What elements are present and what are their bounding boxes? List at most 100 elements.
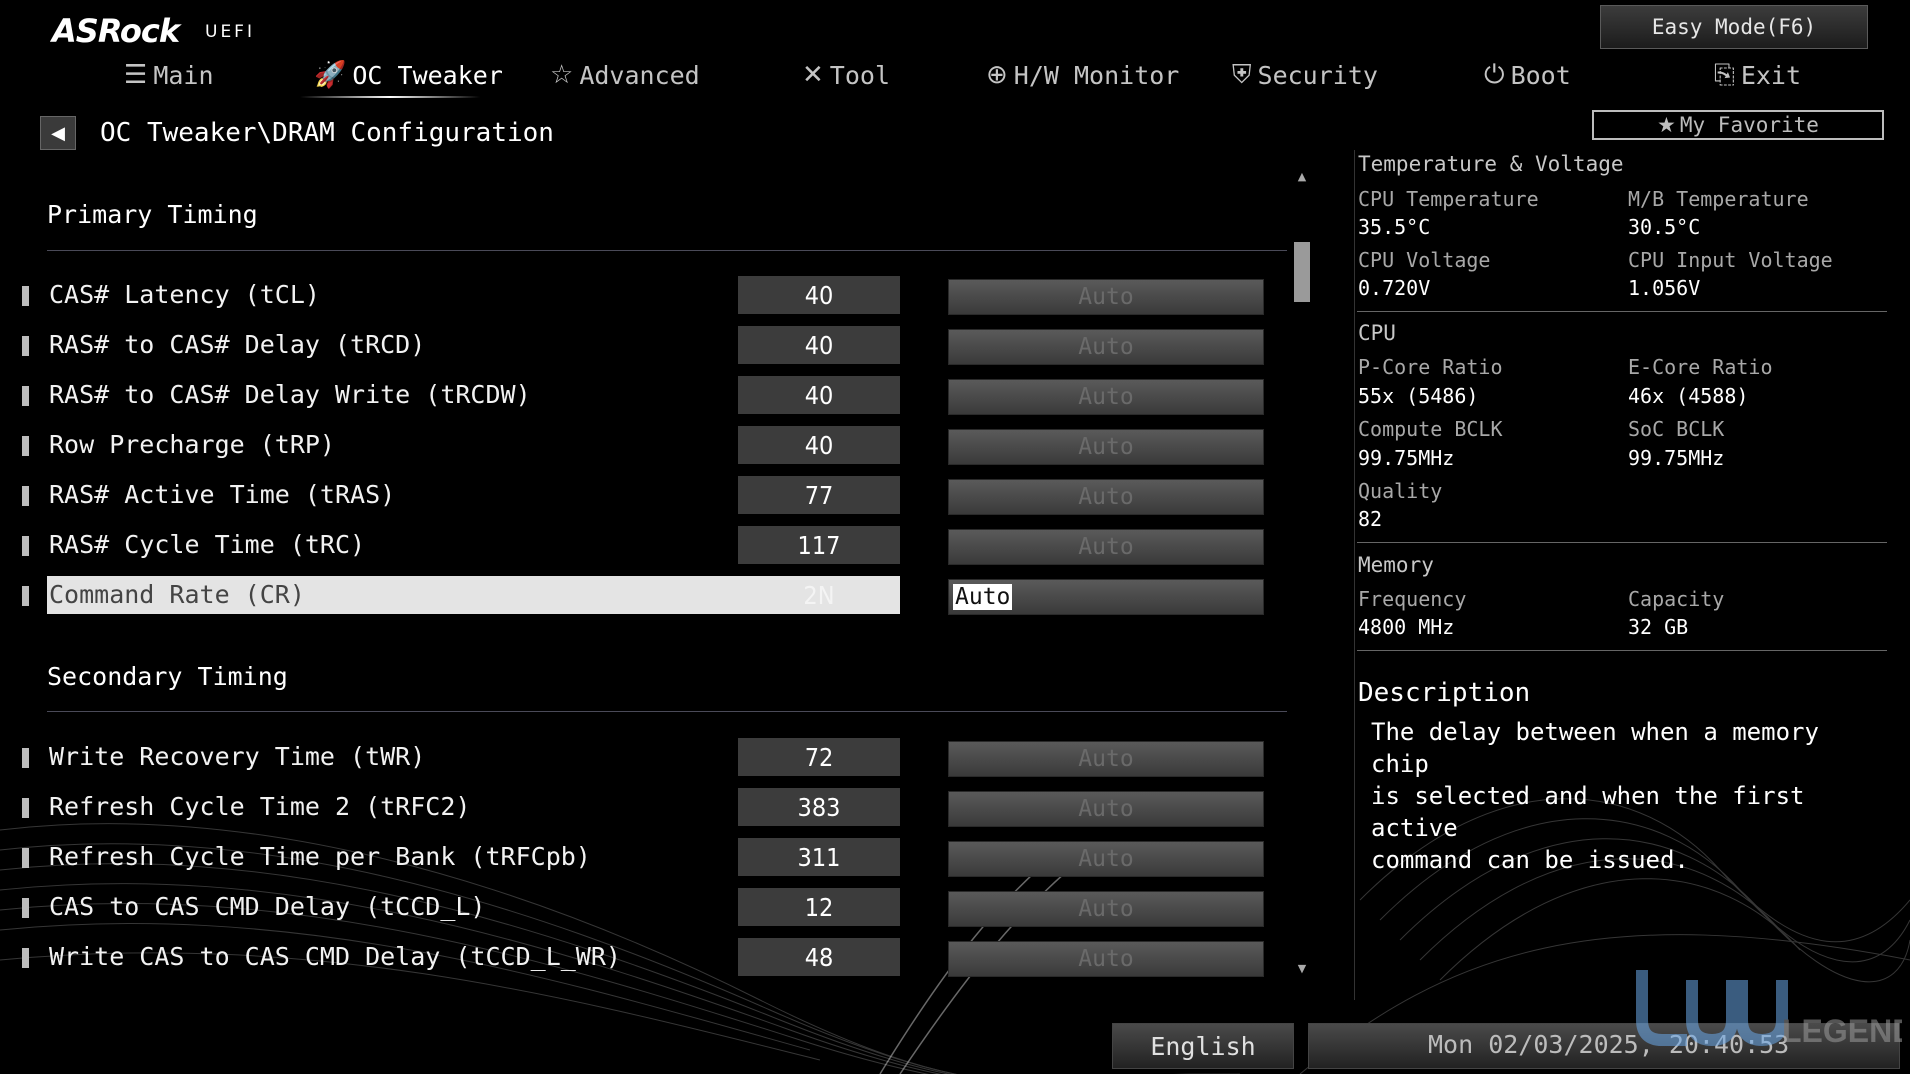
crosshair-icon: ⊕ — [986, 60, 1008, 90]
setting-label: CAS# Latency (tCL) — [49, 280, 320, 309]
setting-label: Refresh Cycle Time per Bank (tRFCpb) — [49, 842, 591, 871]
setting-option-dropdown[interactable]: Auto — [948, 891, 1264, 927]
row-bullet — [22, 586, 29, 606]
setting-label: Refresh Cycle Time 2 (tRFC2) — [49, 792, 471, 821]
tab-security[interactable]: ⛨ Security — [1232, 56, 1378, 94]
tab-exit[interactable]: ⎘ Exit — [1714, 56, 1801, 94]
pcore-ratio-label: P-Core Ratio — [1358, 355, 1503, 379]
setting-row-trfc2[interactable]: Refresh Cycle Time 2 (tRFC2) 383 Auto — [20, 788, 1265, 828]
tab-oc-tweaker-label: OC Tweaker — [352, 60, 503, 90]
setting-row-trcd[interactable]: RAS# to CAS# Delay (tRCD) 40 Auto — [20, 326, 1265, 366]
cpu-input-voltage-value: 1.056V — [1628, 276, 1701, 300]
row-bullet — [22, 336, 29, 356]
setting-label: RAS# Active Time (tRAS) — [49, 480, 396, 509]
cpu-temp-label: CPU Temperature — [1358, 187, 1539, 211]
panel-divider — [1357, 650, 1887, 651]
row-bullet — [22, 898, 29, 918]
setting-label: Write Recovery Time (tWR) — [49, 742, 426, 771]
watermark-text: LEGEND — [1782, 1013, 1902, 1049]
tab-exit-label: Exit — [1740, 60, 1802, 90]
current-value: 311 — [738, 838, 900, 876]
setting-label: RAS# Cycle Time (tRC) — [49, 530, 366, 559]
tab-hw-monitor[interactable]: ⊕ H/W Monitor — [986, 56, 1179, 94]
setting-label: Command Rate (CR) — [49, 580, 305, 609]
tab-advanced[interactable]: ☆ Advanced — [550, 56, 700, 94]
breadcrumb: OC Tweaker\DRAM Configuration — [100, 118, 554, 148]
scrollbar-thumb[interactable] — [1294, 242, 1310, 302]
setting-option-dropdown[interactable]: Auto — [948, 529, 1264, 565]
current-value: 77 — [738, 476, 900, 514]
current-value: 117 — [738, 526, 900, 564]
quality-value: 82 — [1358, 507, 1383, 531]
power-icon: ⏻ — [1484, 59, 1505, 90]
cpu-voltage-label: CPU Voltage — [1358, 248, 1491, 272]
setting-label: Row Precharge (tRP) — [49, 430, 335, 459]
setting-label: RAS# to CAS# Delay (tRCD) — [49, 330, 426, 359]
tab-main[interactable]: ☰ Main — [124, 56, 214, 94]
cpu-temp-value: 35.5°C — [1358, 215, 1431, 239]
row-bullet — [22, 848, 29, 868]
temp-voltage-title: Temperature & Voltage — [1358, 152, 1624, 176]
setting-row-trfcpb[interactable]: Refresh Cycle Time per Bank (tRFCpb) 311… — [20, 838, 1265, 878]
current-value: 72 — [738, 738, 900, 776]
quality-label: Quality — [1358, 479, 1443, 503]
current-value: 2N — [803, 580, 835, 610]
panel-divider — [1357, 311, 1887, 312]
tab-hw-monitor-label: H/W Monitor — [1013, 60, 1180, 90]
setting-row-trp[interactable]: Row Precharge (tRP) 40 Auto — [20, 426, 1265, 466]
setting-row-tcl[interactable]: CAS# Latency (tCL) 40 Auto — [20, 276, 1265, 316]
tab-advanced-label: Advanced — [579, 60, 700, 90]
language-button[interactable]: English — [1112, 1023, 1294, 1069]
row-bullet — [22, 386, 29, 406]
soc-bclk-label: SoC BCLK — [1628, 417, 1725, 441]
mb-temp-value: 30.5°C — [1628, 215, 1701, 239]
setting-option-dropdown[interactable]: Auto — [948, 329, 1264, 365]
current-value: 40 — [738, 276, 900, 314]
tab-boot[interactable]: ⏻ Boot — [1484, 56, 1571, 94]
setting-row-trcdw[interactable]: RAS# to CAS# Delay Write (tRCDW) 40 Auto — [20, 376, 1265, 416]
tab-tool-label: Tool — [829, 60, 891, 90]
ecore-ratio-value: 46x (4588) — [1628, 384, 1749, 408]
scroll-up-arrow-icon[interactable]: ▲ — [1294, 170, 1310, 186]
memory-frequency-value: 4800 MHz — [1358, 615, 1455, 639]
tab-security-label: Security — [1257, 60, 1378, 90]
secondary-timing-title: Secondary Timing — [47, 662, 288, 691]
setting-option-dropdown[interactable]: Auto — [948, 379, 1264, 415]
setting-option-dropdown[interactable]: Auto — [948, 941, 1264, 977]
back-arrow-icon: ◀ — [51, 122, 65, 144]
setting-option-dropdown[interactable]: Auto — [948, 479, 1264, 515]
setting-row-trc[interactable]: RAS# Cycle Time (tRC) 117 Auto — [20, 526, 1265, 566]
setting-option-dropdown[interactable]: Auto — [948, 791, 1264, 827]
setting-row-tras[interactable]: RAS# Active Time (tRAS) 77 Auto — [20, 476, 1265, 516]
setting-option-dropdown[interactable]: Auto — [948, 279, 1264, 315]
memory-frequency-label: Frequency — [1358, 587, 1467, 611]
setting-option-dropdown[interactable]: Auto — [948, 429, 1264, 465]
scroll-down-arrow-icon[interactable]: ▼ — [1294, 962, 1310, 978]
tab-tool[interactable]: ✕ Tool — [802, 56, 890, 94]
current-value: 48 — [738, 938, 900, 976]
row-bullet — [22, 286, 29, 306]
section-divider — [47, 250, 1287, 251]
compute-bclk-label: Compute BCLK — [1358, 417, 1503, 441]
tools-icon: ✕ — [802, 60, 824, 90]
pcore-ratio-value: 55x (5486) — [1358, 384, 1479, 408]
exit-door-icon: ⎘ — [1714, 59, 1735, 90]
my-favorite-button[interactable]: ★ My Favorite — [1592, 110, 1884, 140]
setting-option-dropdown[interactable]: Auto — [948, 579, 1264, 615]
setting-row-twr[interactable]: Write Recovery Time (tWR) 72 Auto — [20, 738, 1265, 778]
setting-option-dropdown[interactable]: Auto — [948, 741, 1264, 777]
easy-mode-button[interactable]: Easy Mode(F6) — [1600, 5, 1868, 49]
current-value: 40 — [738, 426, 900, 464]
soc-bclk-value: 99.75MHz — [1628, 446, 1725, 470]
tab-oc-tweaker[interactable]: 🚀 OC Tweaker — [314, 56, 503, 94]
setting-row-tccd-l-wr[interactable]: Write CAS to CAS CMD Delay (tCCD_L_WR) 4… — [20, 938, 1265, 978]
setting-option-dropdown[interactable]: Auto — [948, 841, 1264, 877]
setting-row-tccd-l[interactable]: CAS to CAS CMD Delay (tCCD_L) 12 Auto — [20, 888, 1265, 928]
list-icon: ☰ — [124, 60, 148, 90]
back-button[interactable]: ◀ — [40, 116, 76, 150]
setting-row-command-rate[interactable]: Command Rate (CR) 2N Auto — [20, 576, 1265, 616]
row-bullet — [22, 436, 29, 456]
cpu-input-voltage-label: CPU Input Voltage — [1628, 248, 1833, 272]
row-bullet — [22, 536, 29, 556]
row-bullet — [22, 486, 29, 506]
